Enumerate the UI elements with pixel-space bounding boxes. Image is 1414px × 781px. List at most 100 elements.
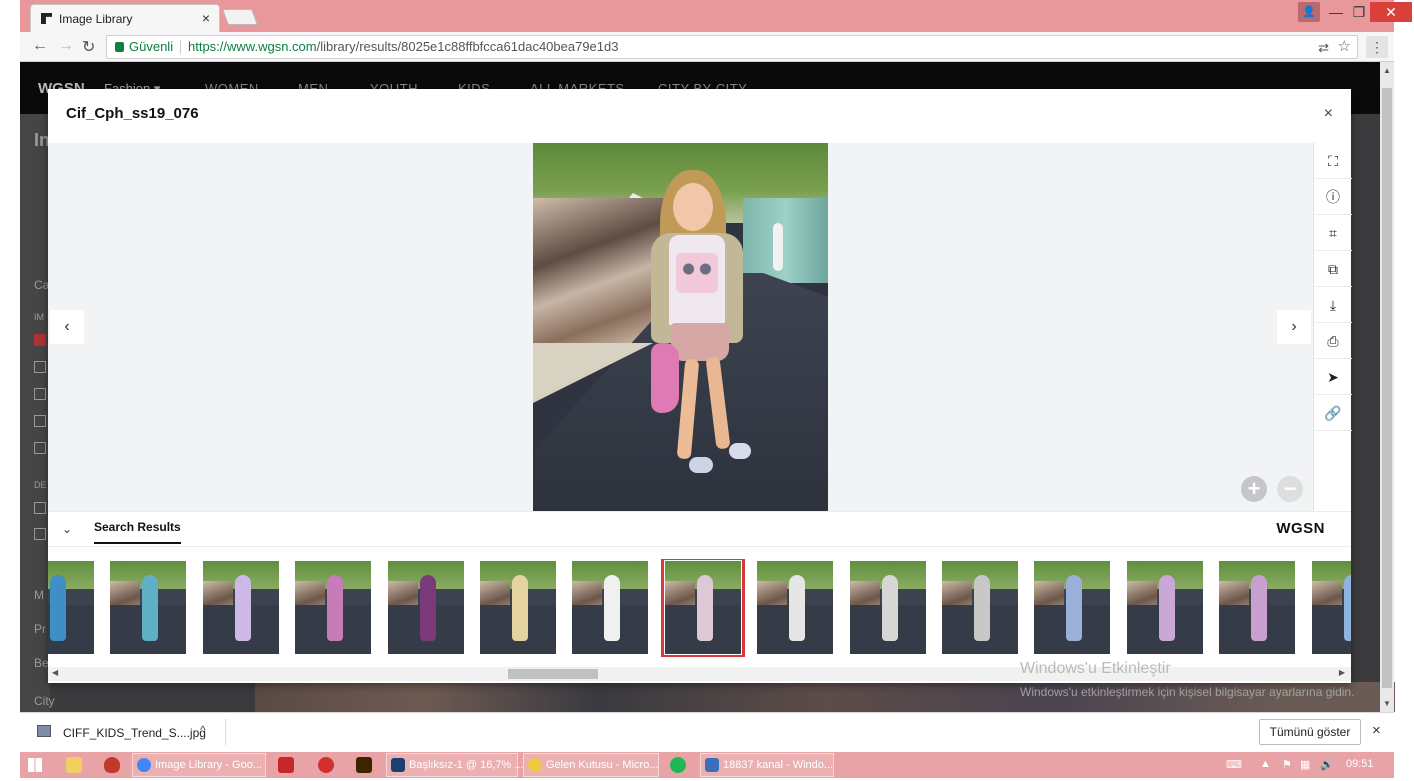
acrobat-icon[interactable]: [278, 757, 294, 773]
scroll-right-icon[interactable]: ▶: [1339, 668, 1345, 677]
keyboard-icon[interactable]: ⌨: [1226, 758, 1242, 771]
thumb-model: [419, 575, 436, 641]
fullscreen-icon[interactable]: ⛶: [1314, 143, 1352, 179]
window-close-icon[interactable]: ✕: [1370, 2, 1412, 22]
taskbar-app-chrome[interactable]: Image Library - Goo...: [132, 753, 266, 777]
forward-icon[interactable]: →: [58, 37, 74, 55]
user-profile-icon[interactable]: 👤: [1298, 2, 1320, 22]
back-icon[interactable]: ←: [32, 37, 48, 55]
info-icon[interactable]: ⓘ: [1314, 179, 1352, 215]
spotify-icon[interactable]: [670, 757, 686, 773]
thumbnail[interactable]: [1219, 561, 1296, 654]
taskbar-app-explorer[interactable]: 18837 kanal - Windo...: [700, 753, 834, 777]
thumb-model: [327, 575, 344, 641]
next-image-button[interactable]: ›: [1277, 310, 1311, 344]
address-bar[interactable]: Güvenli https://www.wgsn.com/library/res…: [106, 35, 1358, 59]
tab-close-icon[interactable]: ×: [202, 10, 210, 26]
chrome-icon: [137, 758, 151, 772]
download-file-name[interactable]: CIFF_KIDS_Trend_S....jpg: [63, 726, 206, 740]
tray-up-icon[interactable]: ▲: [1260, 758, 1271, 770]
scroll-down-icon[interactable]: ▼: [1383, 699, 1391, 708]
thumbnail[interactable]: [942, 561, 1018, 654]
windows-start-icon[interactable]: [28, 758, 42, 772]
clock-time[interactable]: 09:51: [1346, 758, 1374, 770]
previous-image-button[interactable]: ‹: [50, 310, 84, 344]
lock-icon: [115, 42, 124, 52]
new-tab-button[interactable]: [222, 9, 258, 25]
scrollbar-thumb[interactable]: [508, 669, 598, 679]
collapse-chevron-icon[interactable]: ⌄: [62, 522, 72, 536]
taskbar-app-mail[interactable]: Gelen Kutusu - Micro...: [523, 753, 659, 777]
sidebar-label-design: DE: [34, 480, 47, 490]
browser-tab[interactable]: Image Library ×: [30, 4, 220, 32]
thumbnail[interactable]: [849, 561, 926, 654]
reload-icon[interactable]: ↻: [82, 37, 95, 57]
filter-checkbox[interactable]: [34, 361, 46, 373]
scroll-left-icon[interactable]: ◀: [52, 668, 58, 677]
send-icon[interactable]: ➤: [1314, 359, 1352, 395]
taskbar-app-label: Başlıksız-1 @ 16,7% ...: [409, 759, 524, 771]
filter-checkbox[interactable]: [34, 334, 46, 346]
thumbnail[interactable]: [572, 561, 649, 654]
tab-title: Image Library: [59, 12, 133, 26]
taskbar-app-photoshop[interactable]: Başlıksız-1 @ 16,7% ...: [386, 753, 524, 777]
thumbnail[interactable]: [1126, 561, 1203, 654]
network-icon[interactable]: ▦: [1300, 758, 1310, 771]
image-title: Cif_Cph_ss19_076: [66, 105, 199, 122]
filter-checkbox[interactable]: [34, 415, 46, 427]
filter-checkbox[interactable]: [34, 442, 46, 454]
close-shelf-icon[interactable]: ×: [1372, 722, 1381, 739]
thumbnail[interactable]: [480, 561, 556, 654]
modal-close-button[interactable]: ×: [1324, 105, 1333, 123]
page-scrollbar[interactable]: ▲ ▼: [1380, 62, 1394, 712]
download-options-caret-icon[interactable]: ^: [200, 723, 206, 737]
results-bar: ⌄ Search Results WGSN: [48, 511, 1351, 547]
photo-girl-sandal: [689, 457, 713, 473]
sidebar-label-be: Be: [34, 656, 49, 670]
print-icon[interactable]: ⎙: [1314, 323, 1352, 359]
thumb-model: [512, 575, 528, 641]
download-icon[interactable]: ⤓: [1314, 287, 1352, 323]
file-explorer-icon[interactable]: [66, 757, 82, 773]
thumbnail[interactable]: [387, 561, 464, 654]
photo-pink-bag: [651, 343, 679, 413]
thumbnail[interactable]: [48, 561, 94, 654]
illustrator-icon[interactable]: [356, 757, 372, 773]
shelf-divider: [225, 719, 226, 745]
taskbar-app-label: Gelen Kutusu - Micro...: [546, 759, 659, 771]
thumbnail[interactable]: [295, 561, 372, 654]
filter-checkbox[interactable]: [34, 502, 46, 514]
photoshop-icon: [391, 758, 405, 772]
photo-backdrop: [743, 198, 828, 283]
url-text[interactable]: https://www.wgsn.com/library/results/802…: [188, 36, 618, 58]
show-all-downloads-button[interactable]: Tümünü göster: [1259, 719, 1361, 745]
tab-search-results[interactable]: Search Results: [94, 520, 181, 544]
filter-sidebar: In Ca IM DE M Pr Be City: [20, 114, 55, 712]
volume-icon[interactable]: 🔊: [1320, 758, 1334, 771]
filter-checkbox[interactable]: [34, 388, 46, 400]
translate-icon[interactable]: ⇄: [1318, 37, 1329, 59]
browser-menu-icon[interactable]: ⋮: [1366, 36, 1388, 58]
link-icon[interactable]: 🔗: [1314, 395, 1352, 431]
thumbnail[interactable]: [757, 561, 834, 654]
shield-icon[interactable]: [104, 757, 120, 773]
thumbnail[interactable]: [202, 561, 279, 654]
bookmark-star-icon[interactable]: ☆: [1338, 36, 1351, 58]
zoom-out-button[interactable]: −: [1277, 476, 1303, 502]
secure-label: Güvenli: [129, 39, 174, 54]
thumbnail[interactable]: [1311, 561, 1351, 654]
filter-checkbox[interactable]: [34, 528, 46, 540]
scroll-up-icon[interactable]: ▲: [1383, 66, 1391, 75]
scrollbar-thumb[interactable]: [1382, 88, 1392, 688]
minimize-icon[interactable]: —: [1325, 2, 1347, 22]
crop-icon[interactable]: ⌗: [1314, 215, 1352, 251]
flag-icon[interactable]: ⚑: [1282, 758, 1292, 771]
thumbnail[interactable]: [1034, 561, 1111, 654]
add-to-board-icon[interactable]: ⧉: [1314, 251, 1352, 287]
thumbnail[interactable]: [110, 561, 187, 654]
opera-icon[interactable]: [318, 757, 334, 773]
sidebar-label-city: City: [34, 694, 55, 708]
maximize-icon[interactable]: ❐: [1348, 2, 1370, 22]
zoom-in-button[interactable]: +: [1241, 476, 1267, 502]
thumbnail-selected[interactable]: [660, 559, 745, 657]
